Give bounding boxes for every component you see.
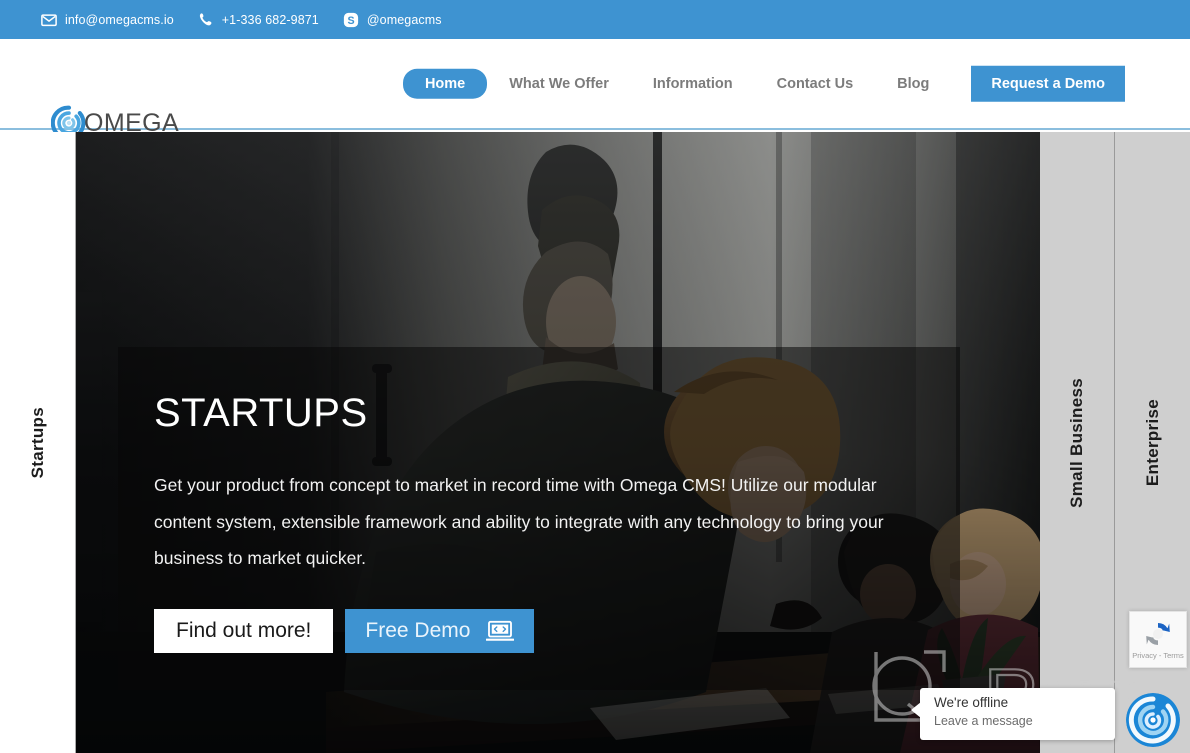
page-root: info@omegacms.io +1-336 682-9871 S @omeg… — [0, 0, 1190, 753]
free-demo-button[interactable]: Free Demo — [345, 608, 535, 653]
phone-icon — [198, 12, 214, 28]
hero-tab-enterprise-label: Enterprise — [1142, 398, 1162, 487]
contact-email-text: info@omegacms.io — [65, 12, 174, 27]
find-out-more-button[interactable]: Find out more! — [154, 608, 334, 653]
hero-tab-small-business-label: Small Business — [1067, 377, 1086, 508]
request-demo-button[interactable]: Request a Demo — [971, 65, 1125, 102]
chat-offline-bubble[interactable]: We're offline Leave a message — [911, 688, 1115, 740]
hero-section: Startups STARTUPS Get your product from … — [0, 132, 1190, 753]
recaptcha-badge[interactable]: Privacy - Terms — [1129, 611, 1187, 668]
hero-tab-startups-label: Startups — [27, 406, 47, 479]
contact-phone-text: +1-336 682-9871 — [221, 12, 319, 27]
nav-item-blog[interactable]: Blog — [875, 76, 951, 91]
hero-tab-small-business[interactable]: Small Business — [1040, 132, 1115, 753]
recaptcha-icon — [1143, 619, 1173, 649]
hero-title: STARTUPS — [154, 391, 368, 435]
laptop-code-icon — [486, 620, 515, 642]
main-navigation-bar: OMEGA Home What We Offer Information Con… — [0, 39, 1190, 141]
nav-item-contact-us[interactable]: Contact Us — [755, 76, 876, 91]
envelope-icon — [41, 12, 57, 28]
hero-button-group: Find out more! Free Demo — [154, 608, 922, 653]
nav-links: Home What We Offer Information Contact U… — [402, 65, 1125, 102]
svg-text:S: S — [347, 14, 354, 26]
chat-offline-title: We're offline — [934, 695, 1009, 710]
contact-phone[interactable]: +1-336 682-9871 — [198, 12, 319, 28]
hero-content-panel: STARTUPS Get your product from concept t… — [118, 347, 960, 690]
free-demo-label: Free Demo — [365, 618, 471, 642]
chat-offline-subtitle: Leave a message — [934, 714, 1033, 728]
recaptcha-text: Privacy - Terms — [1132, 651, 1184, 660]
nav-item-home[interactable]: Home — [402, 68, 488, 99]
contact-email[interactable]: info@omegacms.io — [41, 12, 174, 28]
omega-spiral-chat-icon — [1126, 693, 1180, 747]
nav-item-what-we-offer[interactable]: What We Offer — [487, 76, 631, 91]
top-contact-bar: info@omegacms.io +1-336 682-9871 S @omeg… — [0, 0, 1190, 39]
contact-skype-text: @omegacms — [366, 12, 442, 27]
nav-item-information[interactable]: Information — [631, 76, 755, 91]
skype-icon: S — [343, 12, 359, 28]
hero-tab-startups[interactable]: Startups — [0, 132, 76, 753]
contact-skype[interactable]: S @omegacms — [343, 12, 442, 28]
hero-description: Get your product from concept to market … — [154, 475, 884, 568]
chat-launcher-button[interactable] — [1126, 693, 1180, 747]
